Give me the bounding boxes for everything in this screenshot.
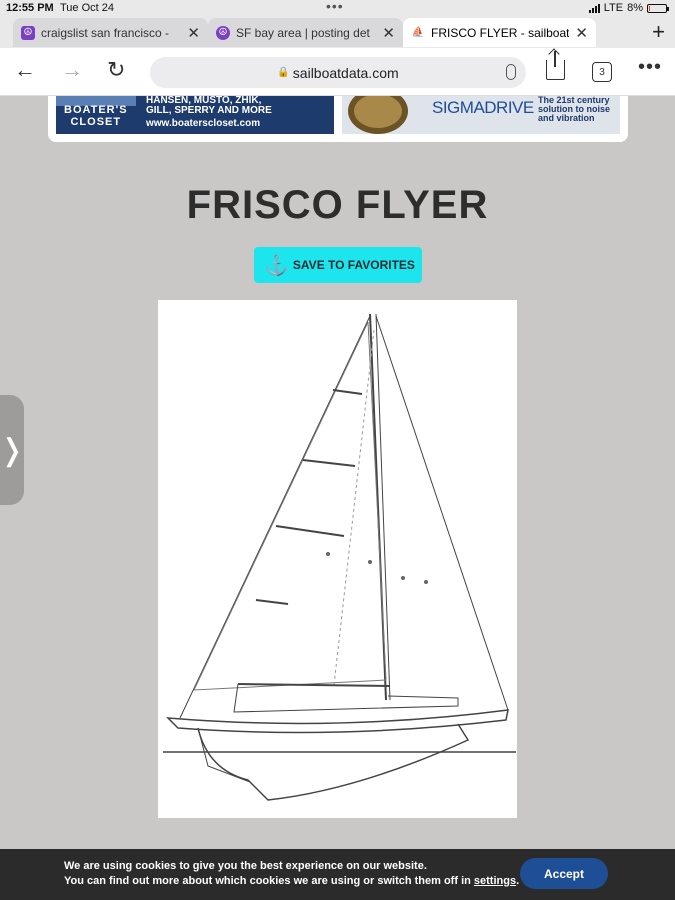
close-icon[interactable]: ✕	[187, 24, 200, 42]
chevron-right-icon: ❭	[0, 433, 25, 467]
peace-icon: ☮	[216, 25, 230, 40]
share-icon[interactable]	[546, 51, 565, 80]
save-to-favorites-button[interactable]: ⚓ SAVE TO FAVORITES	[254, 247, 422, 283]
accept-button[interactable]: Accept	[520, 858, 608, 889]
battery-icon	[647, 3, 669, 13]
more-icon[interactable]: •••	[638, 56, 662, 79]
reload-icon[interactable]: ↻	[107, 58, 125, 82]
status-bar: 12:55 PM Tue Oct 24 ••• LTE 8%	[0, 0, 675, 17]
lock-icon: 🔒	[277, 67, 290, 78]
tab-count-button[interactable]: 3	[592, 62, 612, 82]
address-bar[interactable]: 🔒 sailboatdata.com	[150, 57, 526, 88]
cookie-line2: You can find out more about which cookie…	[64, 875, 474, 887]
tab-label: SF bay area | posting det	[236, 25, 370, 40]
signal-icon	[588, 3, 600, 13]
save-to-favorites-label: SAVE TO FAVORITES	[292, 258, 415, 272]
sailboat-icon: ⛵	[411, 27, 425, 38]
page-title: FRISCO FLYER	[186, 183, 489, 227]
browser-toolbar: ← → ↻ 🔒 sailboatdata.com 3 •••	[0, 48, 675, 96]
tab-craigslist[interactable]: ☮ craigslist san francisco - ✕	[13, 18, 208, 47]
sail-plan-svg	[163, 313, 516, 801]
ad-banner-card: BOATER'S CLOSET HANSEN, MUSTO, ZHIK, GIL…	[48, 96, 628, 142]
new-tab-icon[interactable]: +	[652, 19, 665, 45]
sail-plan-drawing	[158, 300, 517, 818]
tab-label: FRISCO FLYER - sailboat	[431, 25, 570, 40]
battery-percent: 8%	[627, 2, 643, 14]
close-icon[interactable]: ✕	[382, 24, 395, 42]
settings-link[interactable]: settings	[474, 875, 516, 887]
microphone-icon[interactable]	[506, 64, 516, 80]
craigslist-icon: ☮	[21, 25, 35, 40]
ad-product-image	[348, 96, 408, 134]
ad-tagline: The 21st century solution to noise and v…	[538, 96, 610, 123]
ad-brand-line1: BOATER'S	[64, 104, 128, 116]
status-date: Tue Oct 24	[60, 2, 115, 14]
anchor-icon: ⚓	[264, 254, 289, 277]
address-text: sailboatdata.com	[292, 64, 399, 81]
side-drawer-handle[interactable]: ❭	[0, 395, 25, 505]
close-icon[interactable]: ✕	[575, 24, 588, 42]
tab-sf-bay-area[interactable]: ☮ SF bay area | posting det ✕	[208, 18, 403, 47]
ad-url: www.boaterscloset.com	[146, 118, 261, 129]
cookie-message: We are using cookies to give you the bes…	[64, 859, 519, 889]
network-label: LTE	[603, 2, 624, 14]
cookie-line2-end: .	[516, 875, 520, 887]
ad-boaters-closet[interactable]: BOATER'S CLOSET HANSEN, MUSTO, ZHIK, GIL…	[56, 96, 334, 134]
ad-tagline-3: and vibration	[538, 113, 595, 123]
ad-brand: SIGMADRIVE	[432, 98, 534, 117]
cookie-banner: We are using cookies to give you the bes…	[0, 849, 675, 900]
tab-label: craigslist san francisco -	[41, 25, 170, 40]
back-icon[interactable]: ←	[14, 58, 36, 82]
multitask-dots-icon[interactable]: •••	[326, 0, 344, 14]
ad-brands-line2: GILL, SPERRY AND MORE	[146, 105, 272, 116]
ad-brand: BOATER'S CLOSET	[64, 104, 128, 128]
tab-frisco-flyer[interactable]: ⛵ FRISCO FLYER - sailboat ✕	[403, 18, 596, 47]
ad-sigmadrive[interactable]: SIGMADRIVE The 21st century solution to …	[342, 96, 620, 134]
tab-bar: ☮ craigslist san francisco - ✕ ☮ SF bay …	[0, 17, 675, 48]
ad-brand-line2: CLOSET	[70, 116, 122, 128]
status-time: 12:55 PM	[6, 2, 54, 14]
status-right: LTE 8%	[588, 2, 669, 14]
forward-icon[interactable]: →	[61, 58, 83, 82]
ad-brands: HANSEN, MUSTO, ZHIK, GILL, SPERRY AND MO…	[146, 96, 272, 116]
battery-fill	[649, 5, 650, 11]
cookie-line2-wrap: You can find out more about which cookie…	[64, 874, 519, 889]
cookie-line1: We are using cookies to give you the bes…	[64, 860, 427, 872]
